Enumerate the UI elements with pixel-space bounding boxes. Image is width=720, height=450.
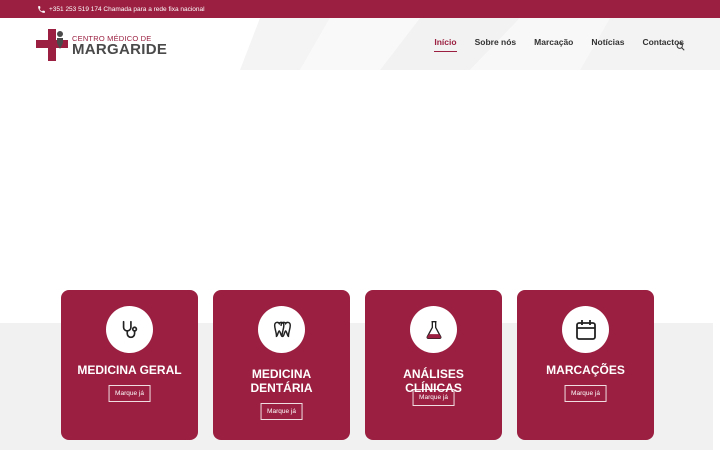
site-logo[interactable]: CENTRO MÉDICO DE MARGARIDE (36, 29, 167, 61)
marque-ja-button[interactable]: Marque já (108, 385, 151, 402)
card-medicina-geral[interactable]: MEDICINA GERAL Marque já (61, 290, 198, 440)
stethoscope-icon (106, 306, 153, 353)
site-header: CENTRO MÉDICO DE MARGARIDE Início Sobre … (0, 18, 720, 70)
nav-item-inicio[interactable]: Início (434, 37, 457, 52)
card-marcacoes[interactable]: MARCAÇÕES Marque já (517, 290, 654, 440)
top-bar: +351 253 519 174 Chamada para a rede fix… (0, 0, 720, 18)
marque-ja-button[interactable]: Marque já (260, 403, 303, 420)
search-icon[interactable] (676, 38, 685, 56)
tooth-icon (258, 306, 305, 353)
card-analises-clinicas[interactable]: ANÁLISES CLÍNICAS Marque já (365, 290, 502, 440)
marque-ja-button[interactable]: Marque já (412, 389, 455, 406)
nav-item-sobre-nos[interactable]: Sobre nós (475, 37, 517, 47)
logo-line2: MARGARIDE (72, 40, 168, 58)
nav-item-noticias[interactable]: Notícias (591, 37, 624, 47)
calendar-icon (562, 306, 609, 353)
phone-icon (37, 5, 46, 14)
card-medicina-dentaria[interactable]: MEDICINA DENTÁRIA Marque já (213, 290, 350, 440)
main-nav: Início Sobre nós Marcação Notícias Conta… (434, 37, 684, 52)
hero-area (0, 70, 720, 323)
logo-cross-icon (36, 29, 68, 61)
flask-icon (410, 306, 457, 353)
phone-text[interactable]: +351 253 519 174 Chamada para a rede fix… (49, 6, 205, 13)
service-cards: MEDICINA GERAL Marque já MEDICINA DENTÁR… (61, 290, 654, 440)
card-title: MARCAÇÕES (546, 363, 625, 377)
card-title: MEDICINA GERAL (77, 363, 182, 377)
card-title: MEDICINA DENTÁRIA (250, 367, 313, 395)
marque-ja-button[interactable]: Marque já (564, 385, 607, 402)
nav-item-marcacao[interactable]: Marcação (534, 37, 573, 47)
